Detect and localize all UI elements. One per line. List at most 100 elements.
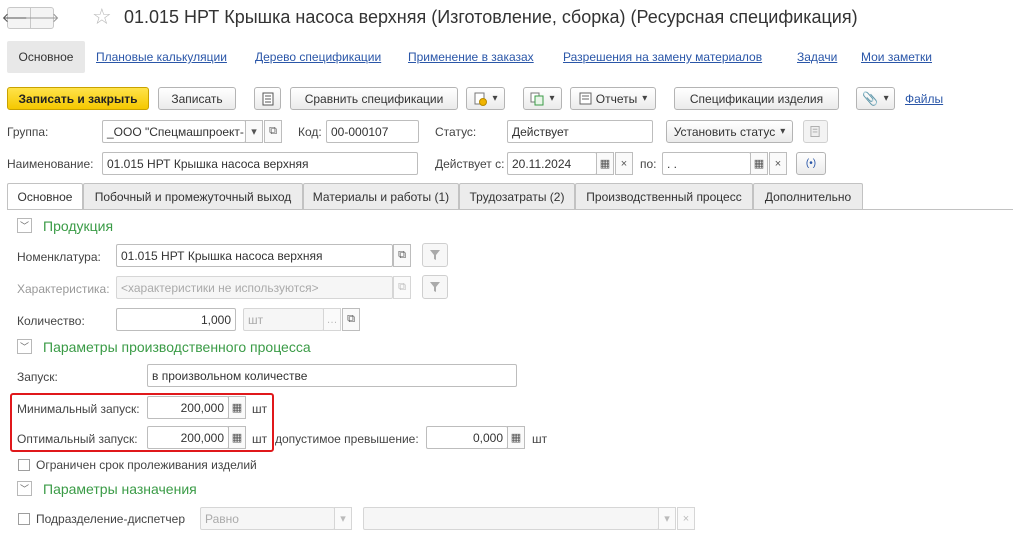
process-group-title: Параметры производственного процесса — [43, 339, 311, 355]
dispatcher-clear-button: × — [677, 507, 695, 530]
nav-main[interactable]: Основное — [7, 41, 85, 73]
reports-button[interactable]: Отчеты — [570, 87, 656, 110]
create-based-on-button[interactable] — [466, 87, 505, 110]
dispatcher-checkbox[interactable] — [18, 513, 30, 525]
condition-field: Равно — [200, 507, 335, 530]
chevron-down-icon: ﹀ — [19, 484, 29, 494]
valid-to-clear-button[interactable]: × — [769, 152, 787, 175]
group-field[interactable]: _ООО "Спецмашпроект- — [102, 120, 246, 143]
item-specifications-button[interactable]: Спецификации изделия — [674, 87, 839, 110]
tab-labor[interactable]: Трудозатраты (2) — [459, 183, 575, 209]
filter-icon — [430, 250, 440, 260]
nomenclature-label: Номенклатура: — [17, 250, 101, 264]
name-field[interactable]: 01.015 НРТ Крышка насоса верхняя — [102, 152, 418, 175]
valid-from-label: Действует с: — [435, 157, 505, 171]
attachments-button[interactable]: 📎 — [856, 87, 895, 110]
launch-label: Запуск: — [17, 370, 58, 384]
filter-icon — [430, 282, 440, 292]
open-icon: ⧉ — [398, 249, 406, 261]
document-list-button[interactable] — [254, 87, 281, 110]
arrow-right-icon: 🡒 — [24, 10, 60, 25]
valid-from-calendar-button[interactable]: ▦ — [596, 152, 614, 175]
tab-main[interactable]: Основное — [7, 183, 83, 210]
open-icon: ⧉ — [269, 125, 277, 137]
tab-divider — [7, 209, 1013, 210]
excess-field[interactable]: 0,000 — [426, 426, 508, 449]
tab-materials[interactable]: Материалы и работы (1) — [303, 183, 459, 209]
calculator-icon: ▦ — [510, 432, 522, 444]
code-field[interactable]: 00-000107 — [326, 120, 419, 143]
related-documents-icon — [530, 92, 544, 105]
report-icon — [579, 92, 592, 105]
dispatcher-label: Подразделение-диспетчер — [36, 512, 186, 526]
name-label: Наименование: — [7, 157, 94, 171]
status-history-button[interactable] — [803, 120, 828, 143]
nav-link-order-usage[interactable]: Применение в заказах — [408, 50, 534, 64]
launch-field[interactable]: в произвольном количестве — [147, 364, 517, 387]
characteristic-label: Характеристика: — [17, 282, 110, 296]
ellipsis-icon: … — [326, 313, 338, 326]
create-document-icon — [474, 92, 488, 106]
group-open-button[interactable]: ⧉ — [264, 120, 282, 143]
nav-link-tasks[interactable]: Задачи — [797, 50, 837, 64]
condition-dropdown-button: ▾ — [334, 507, 352, 530]
tab-byproduct[interactable]: Побочный и промежуточный выход — [83, 183, 303, 209]
set-status-button[interactable]: Установить статус — [666, 120, 793, 143]
chevron-down-icon: ▾ — [664, 513, 670, 525]
process-collapse-toggle[interactable]: ﹀ — [17, 339, 32, 354]
period-button[interactable]: (•) — [796, 152, 826, 175]
window-title: 01.015 НРТ Крышка насоса верхняя (Изгото… — [124, 7, 858, 27]
favorite-star-icon[interactable]: ☆ — [92, 5, 112, 29]
document-icon — [262, 92, 273, 105]
save-button[interactable]: Записать — [158, 87, 236, 110]
close-icon: × — [774, 157, 782, 170]
characteristic-open-button: ⧉ — [393, 276, 411, 299]
set-status-label: Установить статус — [673, 124, 776, 139]
unit-field: шт — [243, 308, 324, 331]
calendar-icon: ▦ — [753, 158, 765, 170]
open-icon: ⧉ — [398, 281, 406, 293]
related-documents-button[interactable] — [523, 87, 562, 110]
close-icon: × — [620, 157, 628, 170]
tab-production-process[interactable]: Производственный процесс — [575, 183, 753, 209]
quantity-label: Количество: — [17, 314, 85, 328]
valid-from-field[interactable]: 20.11.2024 — [507, 152, 597, 175]
close-icon: × — [682, 512, 690, 525]
nav-link-notes[interactable]: Мои заметки — [861, 50, 932, 64]
nomenclature-filter-button[interactable] — [422, 243, 448, 267]
calendar-icon: ▦ — [599, 158, 611, 170]
reports-label: Отчеты — [595, 91, 638, 106]
nomenclature-field[interactable]: 01.015 НРТ Крышка насоса верхняя — [116, 244, 393, 267]
code-label: Код: — [298, 125, 322, 139]
nav-link-planned-calculations[interactable]: Плановые калькуляции — [96, 50, 227, 64]
nav-link-spec-tree[interactable]: Дерево спецификации — [255, 50, 381, 64]
files-link[interactable]: Файлы — [905, 92, 943, 106]
save-and-close-button[interactable]: Записать и закрыть — [7, 87, 149, 110]
group-dropdown-button[interactable]: ▾ — [245, 120, 263, 143]
excess-label: допустимое превышение: — [275, 432, 419, 446]
quantity-field[interactable]: 1,000 — [116, 308, 236, 331]
shelf-life-label: Ограничен срок пролеживания изделий — [36, 458, 257, 472]
valid-from-clear-button[interactable]: × — [615, 152, 633, 175]
highlight-box — [10, 393, 274, 452]
chevron-down-icon: ▾ — [251, 126, 257, 138]
excess-calc-button[interactable]: ▦ — [507, 426, 525, 449]
chevron-down-icon: ﹀ — [19, 342, 29, 352]
valid-to-calendar-button[interactable]: ▦ — [750, 152, 768, 175]
compare-specs-button[interactable]: Сравнить спецификации — [290, 87, 458, 110]
forward-button[interactable]: 🡒 — [25, 7, 59, 29]
characteristic-filter-button[interactable] — [422, 275, 448, 299]
document-edit-icon — [810, 126, 820, 137]
unit-open-button[interactable]: ⧉ — [342, 308, 360, 331]
product-collapse-toggle[interactable]: ﹀ — [17, 218, 32, 233]
nomenclature-open-button[interactable]: ⧉ — [393, 244, 411, 267]
group-label: Группа: — [7, 125, 49, 139]
shelf-life-checkbox[interactable] — [18, 459, 30, 471]
assignment-group-title: Параметры назначения — [43, 481, 197, 497]
characteristic-field: <характеристики не используются> — [116, 276, 393, 299]
period-icon: (•) — [805, 158, 817, 169]
nav-link-replacement-permissions[interactable]: Разрешения на замену материалов — [563, 50, 762, 64]
assignment-collapse-toggle[interactable]: ﹀ — [17, 481, 32, 496]
tab-additional[interactable]: Дополнительно — [753, 183, 863, 209]
valid-to-field[interactable]: . . — [662, 152, 751, 175]
